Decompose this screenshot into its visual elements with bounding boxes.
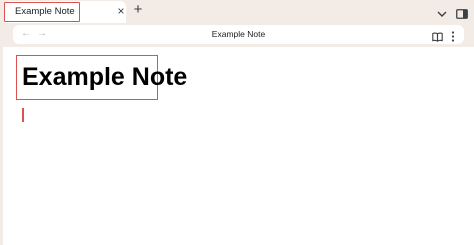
tab-close-icon[interactable]: ×	[115, 5, 127, 17]
kebab-menu-icon[interactable]	[451, 29, 455, 42]
tab-strip: Example Note × +	[0, 0, 474, 24]
browser-window: Example Note × + ← → Example Note Exampl…	[0, 0, 474, 245]
tab-highlight-box	[4, 2, 80, 22]
side-panel-icon[interactable]	[456, 6, 468, 19]
new-tab-button[interactable]: +	[132, 2, 144, 17]
page-title: Example Note	[22, 63, 188, 91]
text-cursor	[22, 108, 24, 122]
toolbar: ← → Example Note	[13, 25, 464, 44]
chevron-down-icon[interactable]	[436, 6, 448, 17]
book-icon[interactable]	[432, 29, 443, 42]
note-content[interactable]: Example Note	[3, 47, 474, 245]
omnibox-title[interactable]: Example Note	[13, 29, 464, 39]
